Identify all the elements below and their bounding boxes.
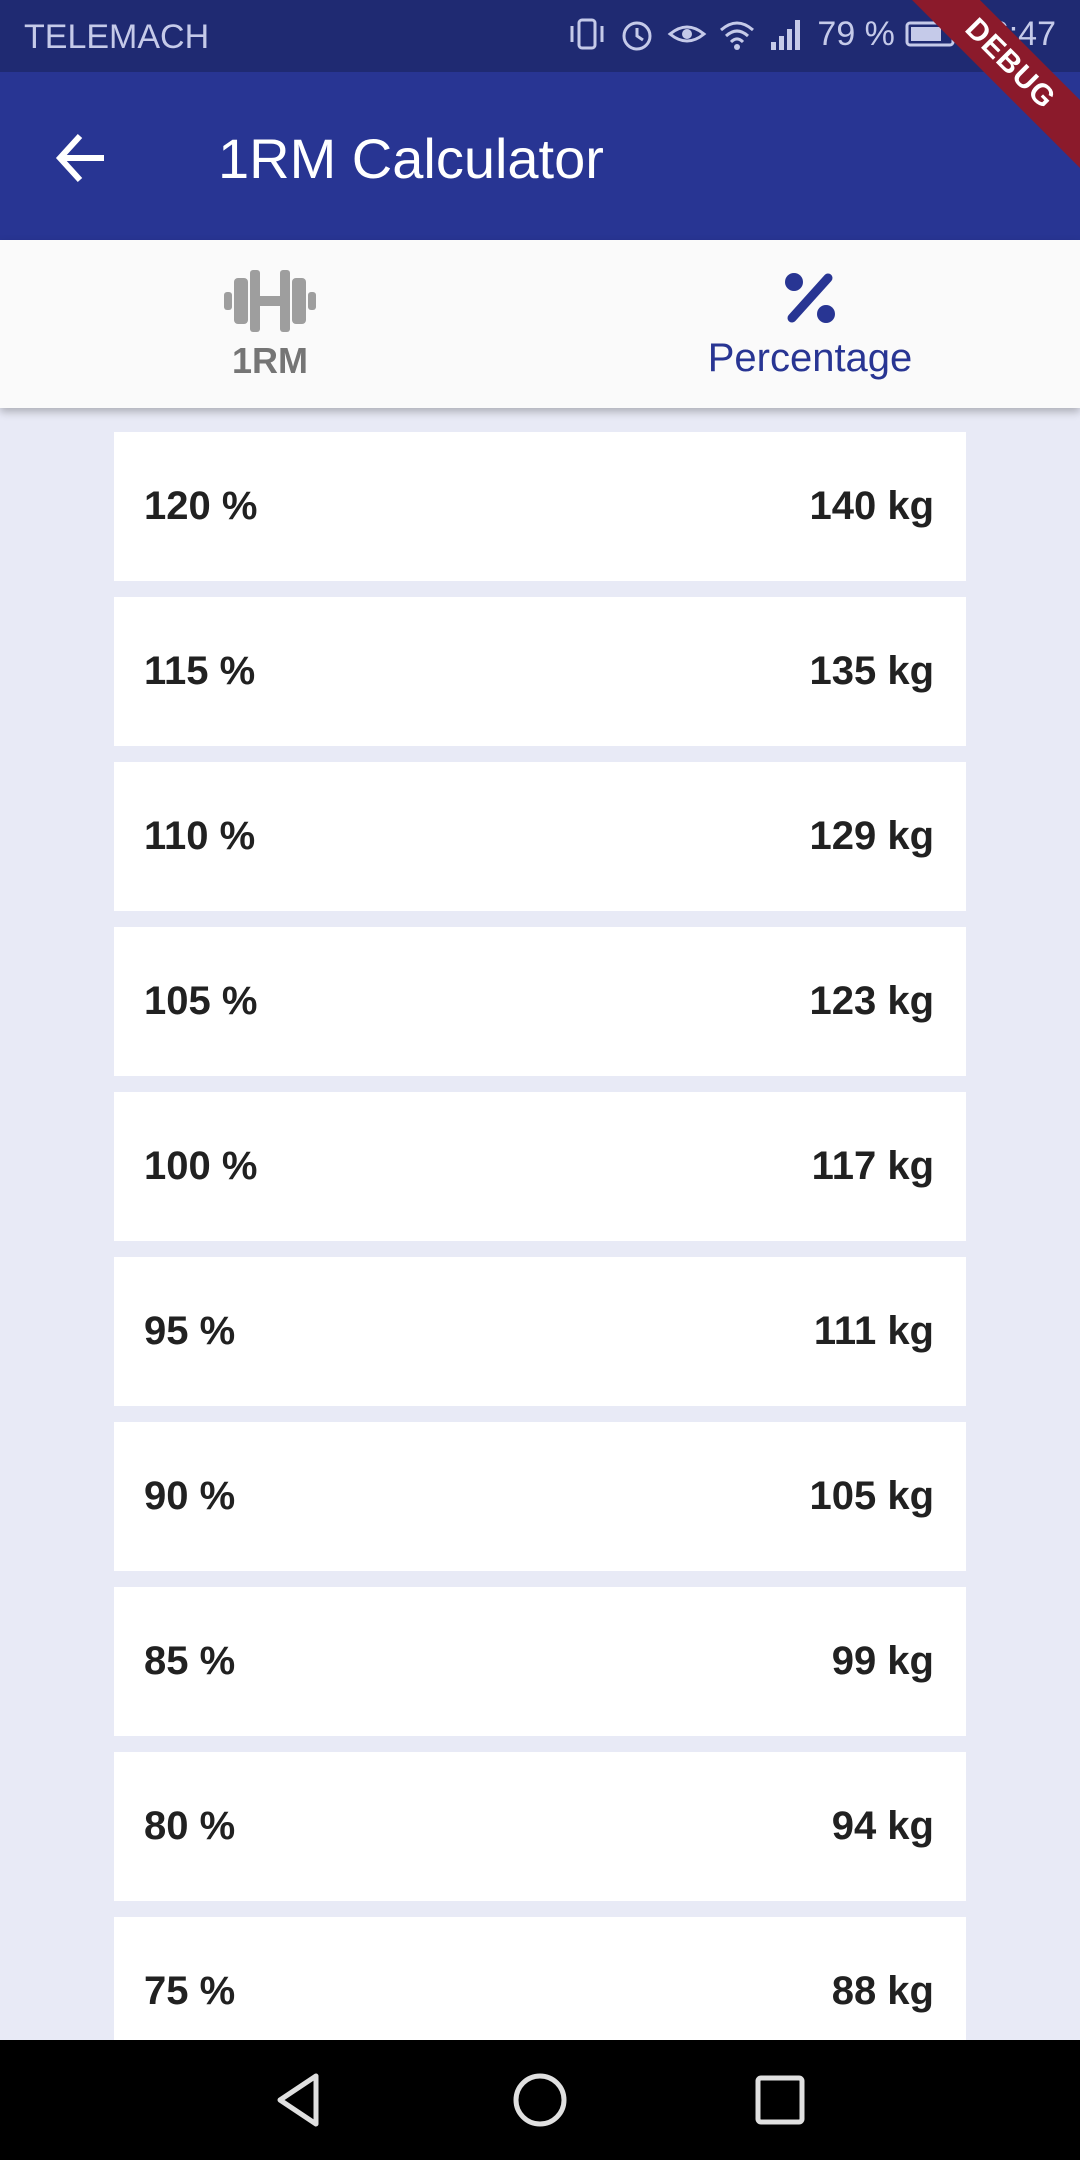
row-weight: 111 kg [813,1309,934,1353]
row-percent: 75 % [144,1969,236,2013]
list-item: 115 % 135 kg [114,597,966,746]
row-weight: 99 kg [831,1639,934,1683]
list-item: 110 % 129 kg [114,762,966,911]
percent-icon [785,273,835,323]
list-item: 120 % 140 kg [114,432,966,581]
list-item: 80 % 94 kg [114,1752,966,1901]
row-percent: 90 % [144,1474,236,1518]
app-bar: 1RM Calculator [0,72,1080,240]
row-weight: 123 kg [809,979,934,1023]
arrow-back-icon[interactable] [50,126,114,190]
row-percent: 105 % [144,979,258,1023]
system-nav-bar [0,2040,1080,2160]
home-circle-icon[interactable] [510,2070,570,2130]
percentage-list[interactable]: 120 % 140 kg 115 % 135 kg 110 % 129 kg 1… [114,432,966,2040]
battery-percent: 79 % [817,14,895,53]
list-item: 95 % 111 kg [114,1257,966,1406]
wifi-icon [720,21,755,50]
dumbbell-icon [224,270,316,332]
row-percent: 110 % [144,814,256,858]
signal-icon [771,20,801,50]
tab-percentage-label: Percentage [707,336,913,380]
list-item: 100 % 117 kg [114,1092,966,1241]
row-percent: 100 % [144,1144,258,1188]
row-weight: 129 kg [809,814,934,858]
list-item: 105 % 123 kg [114,927,966,1076]
recents-square-icon[interactable] [750,2070,810,2130]
back-triangle-icon[interactable] [270,2070,330,2130]
tab-percentage[interactable]: Percentage [540,240,1080,408]
row-weight: 140 kg [809,484,934,528]
list-item: 85 % 99 kg [114,1587,966,1736]
carrier-name: TELEMACH [24,18,210,56]
list-item: 90 % 105 kg [114,1422,966,1571]
row-percent: 85 % [144,1639,236,1683]
row-weight: 88 kg [831,1969,934,2013]
row-percent: 120 % [144,484,258,528]
eye-icon [668,25,707,43]
row-percent: 115 % [144,649,256,693]
row-percent: 95 % [144,1309,236,1353]
tab-1rm-label: 1RM [231,340,308,381]
vibrate-icon [570,18,604,50]
alarm-icon [622,21,652,51]
row-weight: 135 kg [809,649,934,693]
status-bar: TELEMACH 79 % [0,0,1080,72]
list-item: 75 % 88 kg [114,1917,966,2040]
page-title: 1RM Calculator [218,127,604,190]
row-weight: 94 kg [831,1804,934,1848]
tab-bar: 1RM Percentage [0,240,1080,408]
row-weight: 105 kg [809,1474,934,1518]
row-weight: 117 kg [811,1144,934,1188]
tab-1rm[interactable]: 1RM [0,240,540,408]
row-percent: 80 % [144,1804,236,1848]
